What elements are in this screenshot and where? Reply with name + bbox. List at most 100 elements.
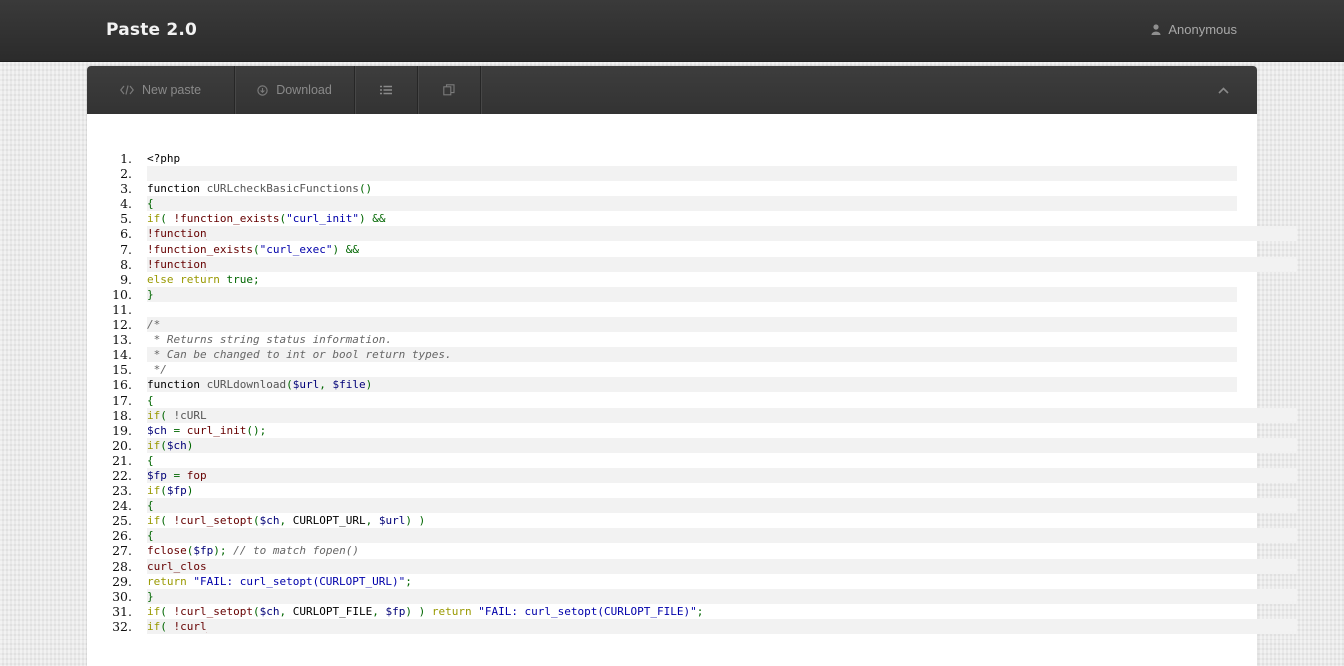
- line-code: */: [147, 362, 1237, 377]
- code-line: 14. * Can be changed to int or bool retu…: [87, 347, 1257, 363]
- line-number: 25.: [112, 513, 132, 529]
- code-token: [207, 618, 1297, 634]
- user-icon: [1151, 24, 1161, 35]
- user-name: Anonymous: [1168, 22, 1237, 37]
- code-line: 26. {: [87, 528, 1297, 544]
- code-token: curl_close: [147, 559, 214, 573]
- line-number: 2.: [120, 166, 132, 182]
- code-token: (: [160, 438, 167, 452]
- code-token: ): [186, 484, 194, 498]
- code-line: 32. if( !curl_setopt($ch, CURLOPT_HEADER…: [87, 618, 1297, 634]
- line-number: 17.: [112, 392, 132, 408]
- new-paste-button[interactable]: New paste: [87, 66, 235, 114]
- code-token: =: [166, 468, 187, 482]
- code-line: 22. $fp = fopen($file, "w");: [87, 467, 1297, 483]
- line-code: }: [147, 286, 1237, 302]
- line-number: 23.: [112, 483, 132, 499]
- code-token: (: [160, 619, 174, 633]
- line-number: 4.: [120, 196, 132, 212]
- download-button[interactable]: Download: [235, 66, 355, 114]
- code-token: if: [147, 212, 161, 226]
- line-code: {: [147, 528, 1297, 544]
- line-code: $fp = fopen($file, "w");: [147, 467, 1297, 483]
- code-line: 2.: [87, 166, 1257, 182]
- line-code: * Can be changed to int or bool return t…: [147, 347, 1237, 363]
- code-line: 11.: [87, 302, 1257, 317]
- line-number: 8.: [120, 256, 132, 272]
- code-token: [207, 226, 1297, 242]
- line-number: 28.: [112, 558, 132, 574]
- line-code: {: [147, 498, 1297, 514]
- line-number: 22.: [112, 467, 132, 483]
- line-code: if( !curl_setopt($ch, CURLOPT_URL, $url)…: [147, 513, 1237, 528]
- line-code: if( !function_exists("curl_init") &&: [147, 211, 1237, 226]
- code-token: (: [160, 212, 174, 226]
- line-number: 29.: [112, 573, 132, 589]
- code-line: 16. function cURLdownload($url, $file): [87, 377, 1257, 393]
- code-token: if: [147, 514, 161, 528]
- code-line: 20. if($ch): [87, 437, 1297, 453]
- line-number: 18.: [112, 407, 132, 423]
- code-listing: 1. <?php 2. 3. function cURLcheckBasicFuncti…: [87, 151, 1297, 634]
- line-number: 12.: [112, 317, 132, 333]
- line-number: 9.: [120, 271, 132, 287]
- line-number: 1.: [120, 151, 132, 166]
- paste-toolbar: New paste Download: [87, 66, 1257, 114]
- line-code: !function_exists("curl_setopt") &&: [147, 226, 1297, 242]
- code-token: {: [147, 529, 154, 543]
- user-menu[interactable]: Anonymous: [1151, 22, 1237, 37]
- code-line: 30. }: [87, 588, 1297, 604]
- app-title[interactable]: Paste 2.0: [106, 20, 197, 40]
- collapse-button[interactable]: [1215, 82, 1231, 98]
- line-number: 31.: [112, 603, 132, 619]
- code-token: if: [147, 604, 161, 618]
- line-number: 14.: [112, 347, 132, 363]
- line-code: curl_close($ch); // to match curl_init(): [147, 558, 1297, 574]
- code-line: 13. * Returns string status information.: [87, 332, 1257, 347]
- code-token: }: [147, 589, 154, 603]
- code-line: 23. if($fp): [87, 483, 1257, 498]
- line-code: if( !curl_setopt($ch, CURLOPT_HEADER, 0)…: [147, 618, 1297, 634]
- line-code: if($ch): [147, 437, 1297, 453]
- line-number: 5.: [120, 211, 132, 227]
- line-code: }: [147, 588, 1297, 604]
- line-number: 3.: [120, 181, 132, 197]
- list-view-button[interactable]: [355, 66, 418, 114]
- code-token: ): [186, 438, 194, 452]
- copy-icon: [443, 84, 455, 96]
- code-token: (): [358, 182, 373, 196]
- top-navbar: Paste 2.0 Anonymous: [0, 0, 1344, 62]
- code-line: 28. curl_close($ch); // to match curl_in…: [87, 558, 1297, 574]
- code-line: 18. if( !cURLcheckBasicFunctions() ) ret…: [87, 407, 1297, 423]
- code-line: 19. $ch = curl_init();: [87, 423, 1257, 438]
- line-number: 30.: [112, 588, 132, 604]
- download-circle-icon: [257, 84, 268, 96]
- code-line: 12. /*: [87, 317, 1257, 333]
- code-line: 3. function cURLcheckBasicFunctions(): [87, 181, 1257, 196]
- code-token: if: [147, 619, 161, 633]
- line-code: fclose($fp); // to match fopen(): [147, 543, 1237, 558]
- code-token: [207, 407, 1297, 423]
- line-code: {: [147, 453, 1237, 468]
- code-token: $ch: [166, 438, 187, 452]
- code-token: [207, 498, 1297, 514]
- line-code: * Returns string status information.: [147, 332, 1237, 347]
- line-number: 19.: [112, 422, 132, 438]
- code-token: ,: [319, 378, 333, 392]
- code-token: (: [160, 514, 174, 528]
- code-token: cURLcheckBasicFunctions: [206, 182, 359, 196]
- code-line: 21. {: [87, 453, 1257, 468]
- copy-button[interactable]: [418, 66, 481, 114]
- code-line: 5. if( !function_exists("curl_init") &&: [87, 211, 1257, 226]
- code-line: 27. fclose($fp); // to match fopen(): [87, 543, 1257, 558]
- code-token: (: [160, 408, 174, 422]
- code-token: fclose: [147, 544, 187, 558]
- code-token: * Can be changed to int or bool return t…: [147, 348, 452, 362]
- code-token: {: [147, 393, 154, 407]
- new-paste-label: New paste: [141, 83, 202, 97]
- code-line: 7. !function_exists("curl_exec") &&: [87, 242, 1257, 257]
- line-number: 27.: [112, 543, 132, 559]
